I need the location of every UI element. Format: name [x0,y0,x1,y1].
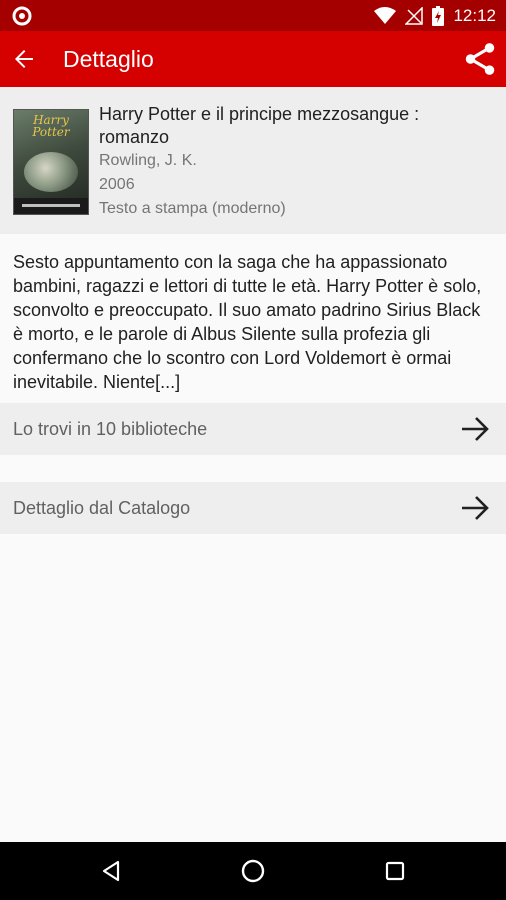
cover-title: Harry Potter [32,113,70,139]
arrow-back-icon [15,50,33,68]
nav-home-button[interactable] [238,856,268,886]
book-year: 2006 [99,176,135,193]
battery-charging-icon [432,5,445,26]
book-description: Sesto appuntamento con la saga che ha ap… [13,252,482,392]
back-button[interactable] [8,43,40,75]
arrow-forward-icon [462,496,489,520]
book-type: Testo a stampa (moderno) [99,200,286,217]
app-bar: Dettaglio [0,31,506,87]
nav-recents-button[interactable] [380,856,410,886]
book-author: Rowling, J. K. [99,152,197,169]
libraries-label: Lo trovi in 10 biblioteche [13,419,208,439]
status-time: 12:12 [453,5,496,25]
navigation-bar [0,842,506,900]
catalog-detail-label: Dettaglio dal Catalogo [13,498,191,518]
book-title: Harry Potter e il principe mezzosangue :… [99,104,420,147]
no-signal-icon [405,6,424,25]
cover-figure [24,152,78,192]
cover-band [14,198,88,214]
book-cover: Harry Potter [13,109,89,215]
book-info: Harry Potter e il principe mezzosangue :… [99,103,489,221]
recents-square-icon [385,861,405,881]
home-circle-icon [241,859,265,883]
share-button[interactable] [460,39,500,79]
back-triangle-icon [102,860,120,882]
nav-back-button[interactable] [96,856,126,886]
circle-notification-icon [12,6,32,26]
status-bar: 12:12 [0,0,506,31]
catalog-detail-row[interactable]: Dettaglio dal Catalogo [0,482,506,534]
share-icon [465,43,495,75]
arrow-forward-icon [462,417,489,441]
page-title: Dettaglio [63,46,154,72]
libraries-row[interactable]: Lo trovi in 10 biblioteche [0,403,506,455]
wifi-icon [374,6,397,24]
